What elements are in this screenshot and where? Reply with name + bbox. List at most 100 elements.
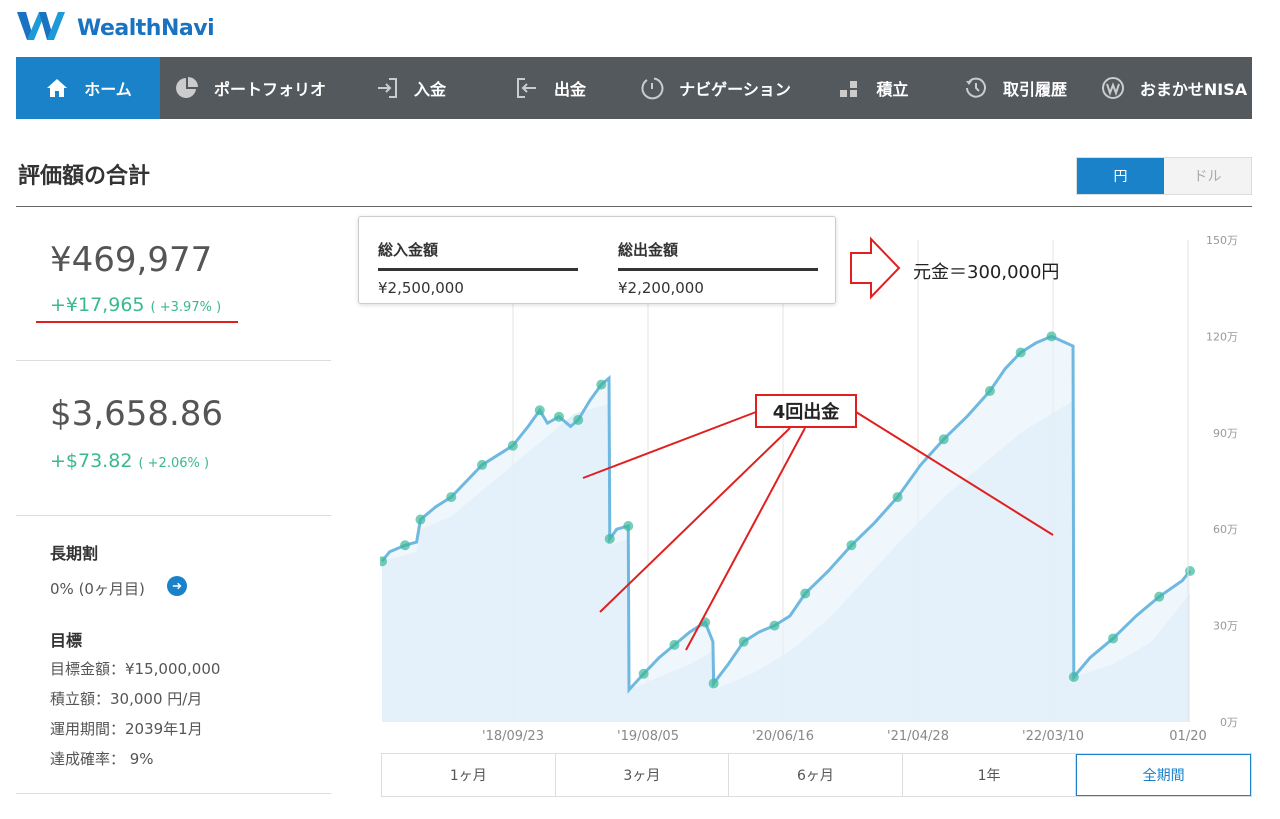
y-tick-label: 90万 [1213,427,1238,440]
nav-nisa-label: おまかせNISA [1139,80,1248,99]
main-nav: ホーム ポートフォリオ 入金 出金 ナビゲーション 積立 取引履歴 おまかせNI… [16,57,1252,119]
nav-portfolio[interactable]: ポートフォリオ [160,57,340,119]
nav-accumulate-label: 積立 [876,80,909,99]
top-bar: WealthNavi [0,0,1280,57]
x-tick-label: '22/03/10 [1022,729,1084,744]
data-point [1046,331,1057,342]
data-point [800,588,811,599]
nav-navigation-label: ナビゲーション [679,80,791,99]
data-point [708,678,719,689]
nav-withdraw[interactable]: 出金 [480,57,620,119]
navigation-icon [639,75,665,101]
nav-history-label: 取引履歴 [1002,80,1067,99]
x-tick-label: '20/06/16 [752,729,814,744]
deposit-icon [374,75,400,101]
nav-nisa[interactable]: おまかせNISA [1095,57,1252,119]
data-point [669,639,680,650]
nav-navigation[interactable]: ナビゲーション [620,57,810,119]
nisa-icon [1100,75,1126,101]
tooltip-deposit-label: 総入金額 [378,241,439,259]
period-6-months-button[interactable]: 6ヶ月 [729,754,903,796]
nav-history[interactable]: 取引履歴 [935,57,1095,119]
y-tick-label: 30万 [1213,620,1238,633]
nav-home[interactable]: ホーム [16,57,160,119]
x-tick-label: '19/08/05 [617,729,679,744]
chart-tooltip: 総入金額 ¥2,500,000 総出金額 ¥2,200,000 [358,216,836,304]
wealthnavi-logo[interactable]: WealthNavi [17,10,215,46]
history-icon [963,75,989,101]
data-point [638,668,649,679]
nav-accumulate[interactable]: 積立 [810,57,935,119]
gain-jpy: +¥17,965 ( +3.97% ) [50,294,221,316]
tooltip-deposit-value: ¥2,500,000 [378,279,464,297]
gain-jpy-percent: ( +3.97% ) [150,300,222,315]
nav-portfolio-label: ポートフォリオ [213,80,326,99]
nav-home-label: ホーム [84,80,132,99]
data-point [1068,672,1079,683]
period-1-month-button[interactable]: 1ヶ月 [382,754,556,796]
withdrawals-annotation: 4回出金 [755,394,857,428]
data-point [846,540,857,551]
section-divider [16,360,331,361]
home-icon [44,75,70,101]
data-point [738,636,749,647]
section-divider [16,793,331,794]
period-1-year-button[interactable]: 1年 [903,754,1077,796]
withdraw-icon [514,75,540,101]
section-divider [16,515,331,516]
data-point [1185,565,1195,576]
data-point [553,411,564,422]
pie-chart-icon [174,75,200,101]
data-point [938,434,949,445]
logo-text: WealthNavi [77,15,215,41]
period-all-button[interactable]: 全期間 [1076,754,1251,796]
tooltip-deposit: 総入金額 ¥2,500,000 [378,239,578,297]
tooltip-withdraw-bar [618,268,818,271]
long-term-label: 長期割 [50,544,99,563]
nav-deposit-label: 入金 [413,80,446,99]
x-tick-label: '18/09/23 [482,729,544,744]
data-point [1108,633,1119,644]
accumulate-icon [836,75,862,101]
data-point [573,414,584,425]
nav-withdraw-label: 出金 [553,80,586,99]
tooltip-deposit-bar [378,268,578,271]
x-tick-label: 01/20 [1169,729,1206,744]
goal-target-amount: 目標金額：¥15,000,000 [50,660,221,678]
goal-monthly-amount: 積立額：30,000 円/月 [50,690,203,708]
gain-usd: +$73.82 ( +2.06% ) [50,450,209,472]
goal-label: 目標 [50,631,83,650]
tooltip-withdraw: 総出金額 ¥2,200,000 [618,239,818,297]
principal-annotation: 元金＝300,000円 [913,262,1060,283]
arrow-right-icon[interactable] [167,576,187,596]
total-amount-jpy: ¥469,977 [50,240,213,280]
data-point [623,520,634,531]
data-point [507,440,518,451]
long-term-value: 0% (0ヶ月目) [50,580,145,598]
nav-deposit[interactable]: 入金 [340,57,480,119]
data-point [892,492,903,503]
currency-toggle: 円 ドル [1076,157,1252,195]
data-point [596,379,607,390]
tooltip-withdraw-value: ¥2,200,000 [618,279,704,297]
gain-jpy-value: +¥17,965 [50,294,145,316]
y-tick-label: 120万 [1206,330,1238,343]
y-tick-label: 60万 [1213,523,1238,536]
data-point [984,386,995,397]
data-point [1154,591,1165,602]
x-tick-label: '21/04/28 [887,729,949,744]
period-3-months-button[interactable]: 3ヶ月 [556,754,730,796]
data-point [1015,347,1026,358]
total-amount-usd: $3,658.86 [50,394,224,434]
goal-probability: 達成確率： 9% [50,750,154,768]
y-tick-label: 150万 [1206,234,1238,247]
y-tick-label: 0万 [1220,716,1238,729]
data-point [446,492,457,503]
wealthnavi-logo-icon [17,12,65,40]
title-divider [16,206,1252,207]
data-point [415,514,426,525]
currency-yen-button[interactable]: 円 [1077,158,1164,194]
currency-dollar-button[interactable]: ドル [1164,158,1251,194]
data-point [400,540,411,551]
page-title: 評価額の合計 [18,164,151,189]
